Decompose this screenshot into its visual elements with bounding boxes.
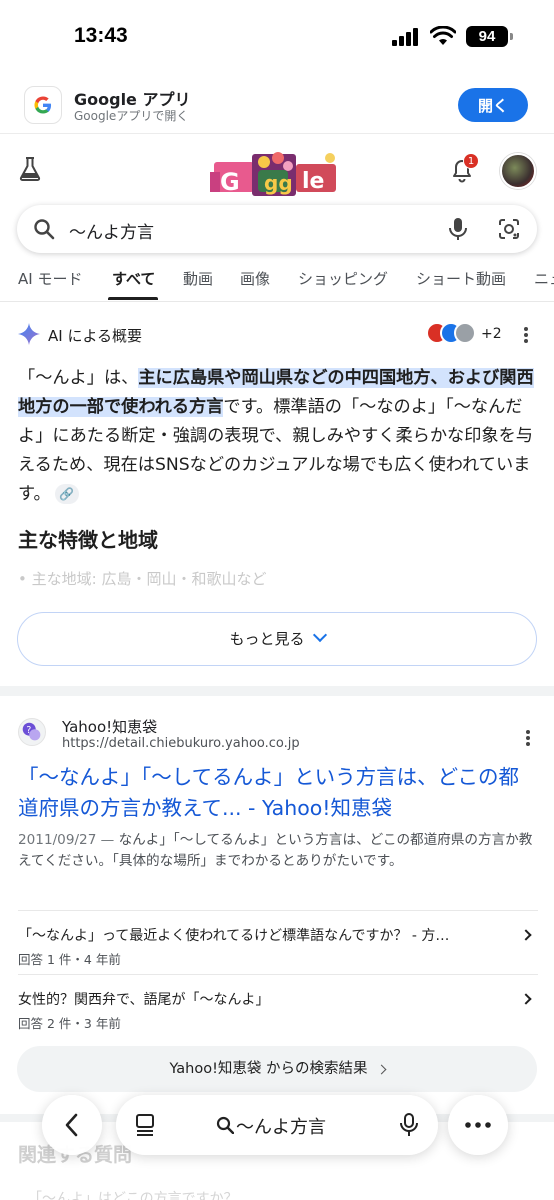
- ai-section-heading: 主な特徴と地域: [18, 528, 158, 552]
- search-header: G gg le 1: [0, 140, 554, 202]
- tabs-overview-icon[interactable]: [134, 1113, 156, 1137]
- search-tabs: AI モード すべて 動画 画像 ショッピング ショート動画 ニュ: [0, 262, 554, 302]
- tab-shopping[interactable]: ショッピング: [298, 268, 388, 289]
- tab-all[interactable]: すべて: [112, 268, 155, 289]
- active-tab-indicator: [108, 297, 158, 300]
- result-site-name[interactable]: Yahoo!知恵袋: [62, 716, 157, 737]
- ai-faded-bullet-text: 主な地域: 広島・岡山・和歌山など: [31, 570, 267, 588]
- ai-overview-menu-icon[interactable]: [524, 327, 528, 343]
- mic-icon[interactable]: [399, 1113, 419, 1137]
- more-sources-count[interactable]: +2: [481, 326, 502, 342]
- result-date: 2011/09/27 —: [18, 832, 115, 848]
- voice-search-mic-icon[interactable]: [447, 217, 469, 241]
- svg-text:le: le: [302, 169, 324, 194]
- search-box[interactable]: 〜んよ方言: [17, 205, 537, 253]
- status-time: 13:43: [74, 24, 128, 47]
- result-menu-icon[interactable]: [526, 730, 530, 746]
- more-from-site-label: Yahoo!知恵袋 からの検索結果: [169, 1061, 368, 1077]
- section-divider: [0, 686, 554, 696]
- labs-flask-icon[interactable]: [18, 156, 42, 182]
- tab-short-videos[interactable]: ショート動画: [416, 268, 506, 289]
- account-avatar[interactable]: [500, 153, 536, 189]
- cellular-signal-icon: [392, 28, 418, 46]
- svg-text:?: ?: [26, 725, 31, 736]
- back-button[interactable]: [42, 1095, 102, 1155]
- wifi-icon: [430, 26, 456, 45]
- related-question-row[interactable]: 女性的？関西弁で、語尾が「〜なんよ」 回答 2 件・3 年前: [18, 974, 538, 1036]
- more-options-button[interactable]: [448, 1095, 508, 1155]
- banner-subtitle: Googleアプリで開く: [74, 109, 189, 123]
- app-open-banner: Google アプリ Googleアプリで開く 開く: [0, 76, 554, 134]
- citation-link-icon[interactable]: 🔗: [54, 484, 79, 504]
- google-doodle-logo[interactable]: G gg le: [206, 148, 348, 198]
- show-more-button[interactable]: もっと見る: [17, 612, 537, 666]
- chevron-down-icon: [312, 627, 327, 643]
- notification-count-badge: 1: [463, 153, 479, 169]
- result-url[interactable]: https://detail.chiebukuro.yahoo.co.jp: [62, 736, 300, 751]
- related-question-text: 女性的？関西弁で、語尾が「〜なんよ」: [18, 992, 270, 1008]
- ai-sparkle-icon: [18, 323, 40, 345]
- chevron-right-icon: [520, 993, 532, 1005]
- address-bar-query[interactable]: 〜んよ方言: [236, 1113, 326, 1139]
- tab-ai-mode[interactable]: AI モード: [18, 268, 82, 289]
- more-from-site-button[interactable]: Yahoo!知恵袋 からの検索結果: [17, 1046, 537, 1092]
- google-lens-icon[interactable]: [497, 217, 521, 241]
- ai-overview-header: AI による概要 +2: [18, 320, 538, 350]
- status-bar: 13:43 94: [0, 0, 554, 74]
- show-more-label: もっと見る: [229, 630, 305, 648]
- google-app-icon: [24, 86, 62, 124]
- result-snippet: 2011/09/27 — なんよ」「〜してるんよ」という方言は、どこの都道府県の…: [18, 830, 538, 872]
- result-title-link[interactable]: 「〜なんよ」「〜してるんよ」という方言は、どこの都道府県の方言か教えて... -…: [18, 762, 538, 824]
- svg-text:gg: gg: [264, 171, 293, 195]
- chevron-right-icon: [376, 1064, 386, 1075]
- ai-overview-title: AI による概要: [48, 327, 143, 345]
- ai-source-icons[interactable]: [426, 322, 482, 346]
- related-question-meta: 回答 1 件・4 年前: [18, 952, 121, 967]
- chevron-right-icon: [520, 929, 532, 941]
- search-icon: [34, 219, 55, 240]
- svg-text:G: G: [220, 168, 240, 196]
- more-horizontal-icon: [465, 1122, 491, 1128]
- battery-indicator: 94: [466, 26, 513, 47]
- related-question-text: 「〜なんよ」って最近よく使われてるけど標準語なんですか？ - 方…: [18, 928, 450, 944]
- open-app-button[interactable]: 開く: [458, 88, 528, 122]
- related-first-question: 「〜んよ」はどこの方言ですか？: [28, 1191, 238, 1200]
- search-input[interactable]: 〜んよ方言: [69, 218, 154, 243]
- chevron-left-icon: [65, 1113, 78, 1137]
- address-bar[interactable]: 〜んよ方言: [116, 1095, 438, 1155]
- tab-news[interactable]: ニュ: [534, 268, 554, 289]
- site-favicon: ?: [18, 718, 46, 746]
- source-generic-icon: [454, 322, 476, 344]
- ai-text-intro: 「〜んよ」は、: [18, 368, 139, 388]
- related-question-meta: 回答 2 件・3 年前: [18, 1016, 121, 1031]
- tab-images[interactable]: 画像: [240, 268, 270, 289]
- tab-videos[interactable]: 動画: [183, 268, 213, 289]
- ai-overview-text: 「〜んよ」は、主に広島県や岡山県などの中四国地方、および関西地方の一部で使われる…: [18, 364, 538, 509]
- ai-faded-bullet: • 主な地域: 広島・岡山・和歌山など: [18, 570, 267, 588]
- related-question-row[interactable]: 「〜なんよ」って最近よく使われてるけど標準語なんですか？ - 方… 回答 1 件…: [18, 910, 538, 972]
- search-icon: [216, 1116, 234, 1134]
